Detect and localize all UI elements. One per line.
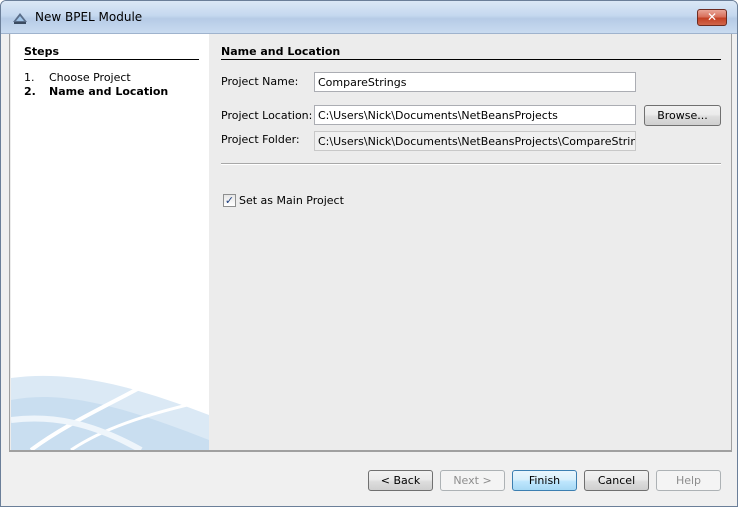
main-project-checkbox[interactable]: ✓ (223, 194, 236, 207)
project-name-input[interactable]: CompareStrings (314, 72, 636, 92)
project-folder-label: Project Folder: (221, 133, 300, 146)
step-number: 1. (24, 71, 35, 84)
window-title: New BPEL Module (35, 10, 143, 24)
checkmark-icon: ✓ (224, 194, 235, 207)
finish-button[interactable]: Finish (512, 470, 577, 491)
steps-panel: Steps 1. Choose Project 2. Name and Locati… (11, 34, 209, 450)
help-button[interactable]: Help (656, 470, 721, 491)
section-title: Name and Location (221, 45, 341, 58)
step-choose-project: 1. Choose Project (24, 71, 131, 84)
close-button[interactable]: ✕ (697, 9, 727, 26)
title-bar: New BPEL Module ✕ (1, 1, 737, 34)
next-button[interactable]: Next > (440, 470, 505, 491)
back-button[interactable]: < Back (368, 470, 433, 491)
step-label: Choose Project (49, 71, 131, 84)
project-location-input[interactable]: C:\Users\Nick\Documents\NetBeansProjects (314, 105, 636, 125)
step-label: Name and Location (49, 85, 169, 98)
browse-button[interactable]: Browse... (644, 105, 721, 126)
footer-divider (9, 451, 732, 452)
netbeans-icon (12, 11, 28, 25)
close-icon: ✕ (706, 10, 718, 24)
form-divider (221, 163, 721, 165)
main-project-label[interactable]: Set as Main Project (239, 194, 344, 207)
project-name-label: Project Name: (221, 75, 299, 88)
steps-title: Steps (24, 45, 60, 58)
steps-divider (24, 59, 199, 60)
cancel-button[interactable]: Cancel (584, 470, 649, 491)
section-divider (221, 59, 721, 60)
step-number: 2. (24, 85, 36, 98)
project-folder-field[interactable]: C:\Users\Nick\Documents\NetBeansProjects… (314, 131, 636, 151)
main-panel: Name and Location Project Name: CompareS… (221, 34, 733, 450)
step-name-and-location: 2. Name and Location (24, 85, 168, 98)
wizard-content: Steps 1. Choose Project 2. Name and Locati… (9, 34, 732, 451)
wizard-window: New BPEL Module ✕ Steps 1. Choose Project… (0, 0, 738, 507)
decorative-swoosh (11, 363, 209, 450)
project-location-label: Project Location: (221, 109, 313, 122)
